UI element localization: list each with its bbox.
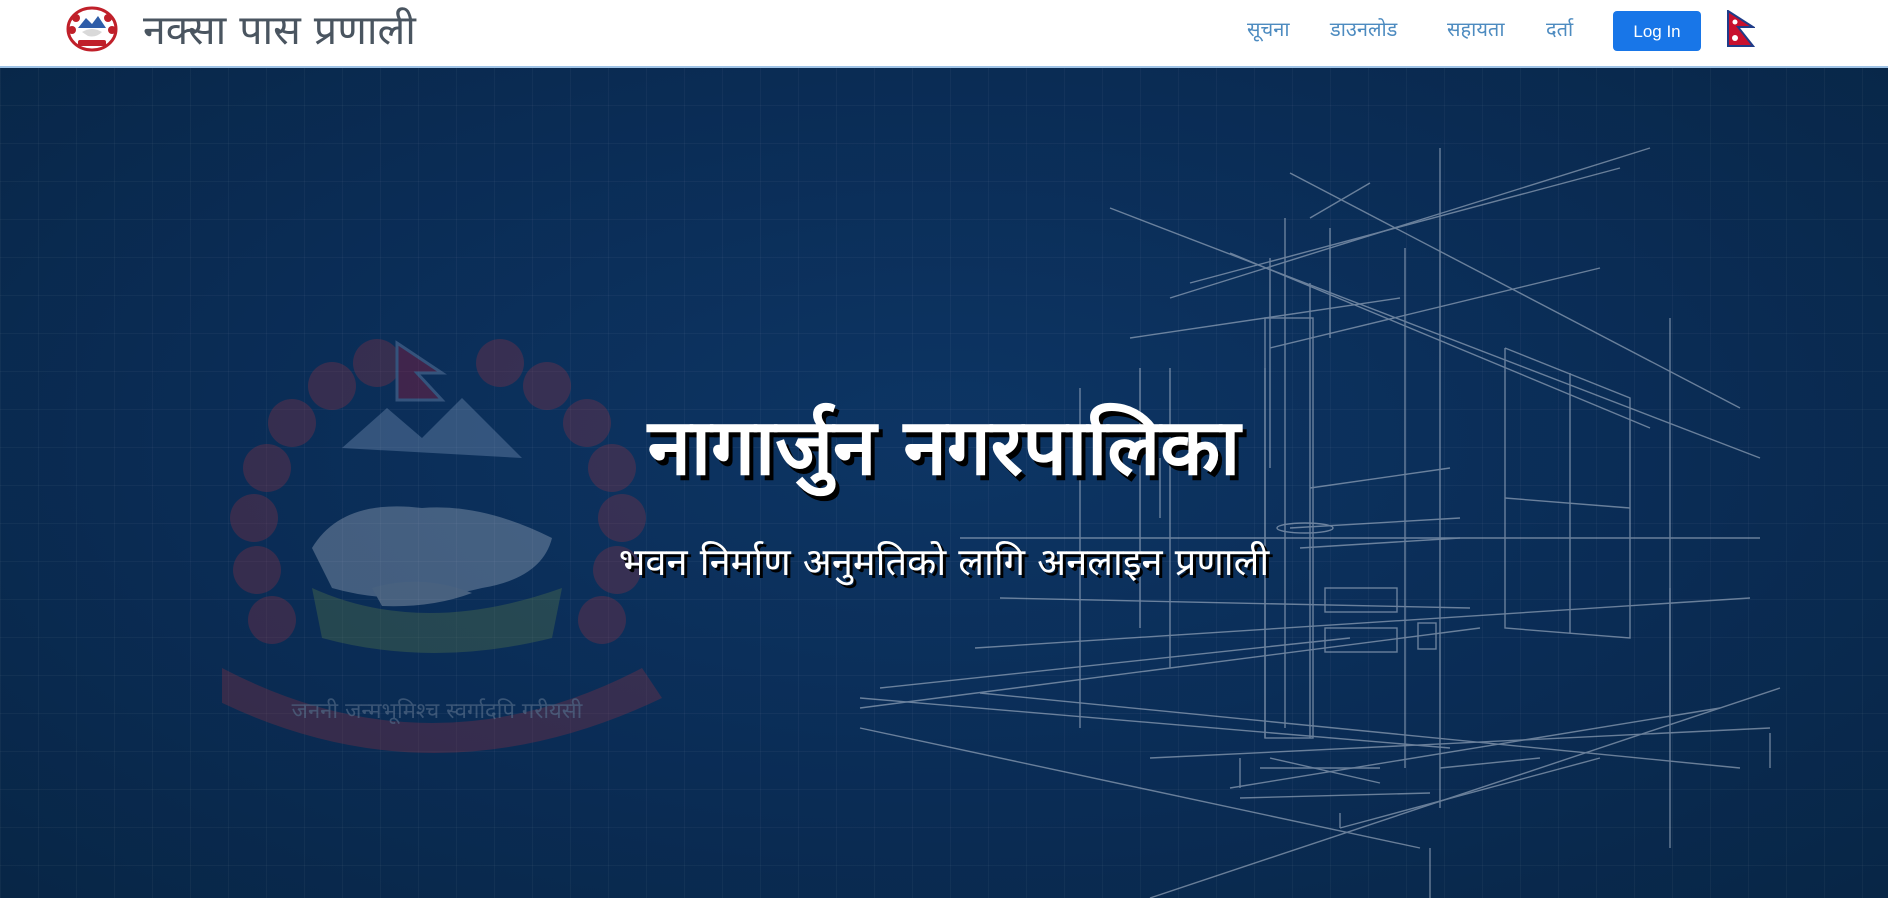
nav-link-download[interactable]: डाउनलोड: [1330, 14, 1397, 44]
nepal-flag-icon: [1727, 10, 1755, 47]
nepal-emblem-icon[interactable]: [66, 6, 118, 52]
hero-subtitle: भवन निर्माण अनुमतिको लागि अनलाइन प्रणाली: [618, 540, 1270, 584]
nav-link-notice[interactable]: सूचना: [1247, 14, 1290, 44]
nav-link-help[interactable]: सहायता: [1447, 14, 1505, 44]
hero-title: नागार्जुन नगरपालिका: [647, 403, 1241, 493]
hero-section: जननी जन्मभूमिश्च स्वर्गादपि गरीयसी नागार…: [0, 68, 1888, 898]
top-navbar: नक्सा पास प्रणाली सूचना डाउनलोड सहायता द…: [0, 0, 1888, 68]
nav-link-register[interactable]: दर्ता: [1546, 14, 1573, 44]
login-button[interactable]: Log In: [1613, 11, 1701, 51]
brand-title[interactable]: नक्सा पास प्रणाली: [143, 4, 416, 56]
